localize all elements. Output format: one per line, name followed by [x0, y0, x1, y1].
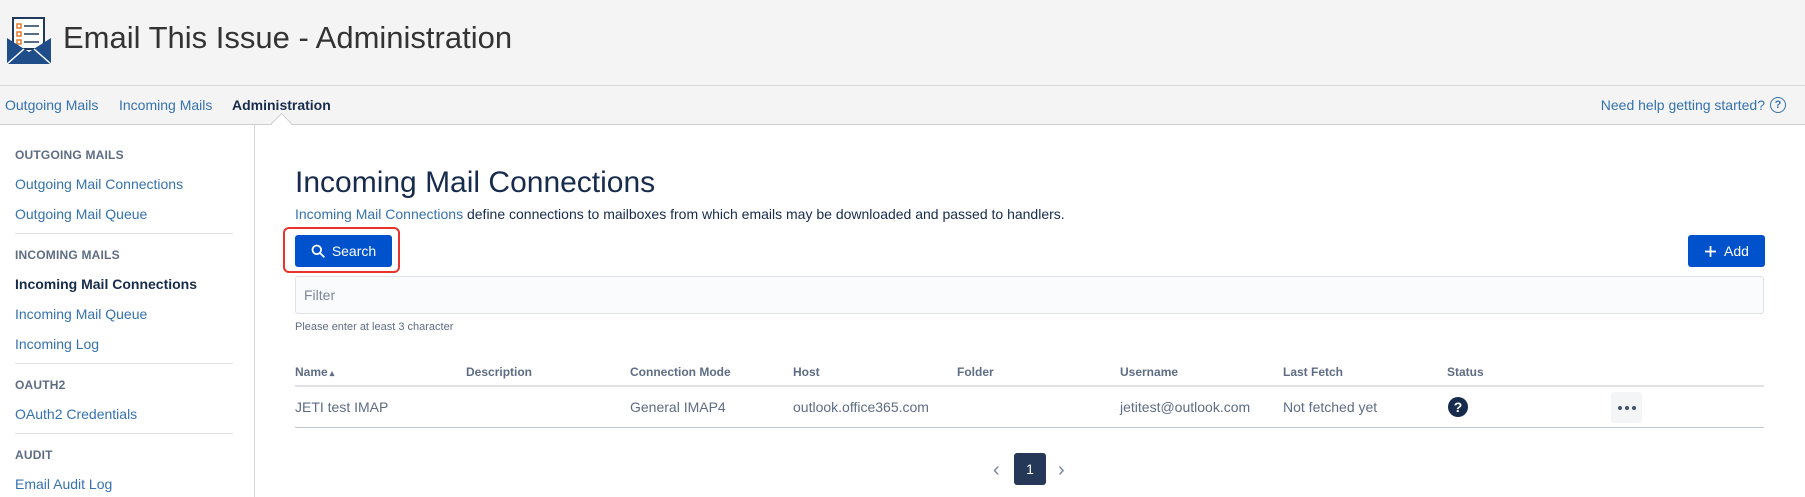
sort-ascending-icon: ▴ — [329, 368, 335, 378]
pagination-next-icon[interactable]: › — [1058, 459, 1065, 482]
top-nav: Outgoing Mails Incoming Mails Administra… — [0, 86, 1805, 125]
sidebar-item-incoming-mail-queue[interactable]: Incoming Mail Queue — [15, 306, 147, 322]
more-dot — [1617, 405, 1622, 410]
search-button-label: Search — [331, 243, 377, 259]
sidebar-divider — [15, 433, 233, 434]
filter-input[interactable] — [295, 276, 1764, 314]
column-header-name-label: Name — [295, 365, 328, 379]
nav-outgoing-mails[interactable]: Outgoing Mails — [5, 97, 98, 113]
description-link[interactable]: Incoming Mail Connections — [295, 206, 463, 222]
sidebar-item-incoming-log[interactable]: Incoming Log — [15, 336, 99, 352]
nav-administration[interactable]: Administration — [232, 97, 331, 113]
column-header-connection-mode: Connection Mode — [630, 365, 731, 379]
sidebar-item-outgoing-mail-queue[interactable]: Outgoing Mail Queue — [15, 206, 147, 222]
sidebar-item-oauth2-credentials[interactable]: OAuth2 Credentials — [15, 406, 137, 422]
column-header-last-fetch: Last Fetch — [1283, 365, 1344, 379]
sidebar-divider — [15, 363, 233, 364]
search-icon — [311, 244, 325, 258]
cell-last-fetch: Not fetched yet — [1283, 399, 1378, 415]
add-button-label: Add — [1724, 243, 1749, 259]
sidebar-item-incoming-mail-connections[interactable]: Incoming Mail Connections — [15, 276, 197, 292]
row-actions-button[interactable] — [1611, 392, 1642, 423]
column-header-status: Status — [1447, 365, 1484, 379]
pagination-prev-icon[interactable]: ‹ — [993, 459, 1000, 482]
page-title: Incoming Mail Connections — [295, 166, 656, 199]
sidebar-heading-outgoing: OUTGOING MAILS — [15, 148, 124, 162]
cell-connection-mode: General IMAP4 — [630, 399, 726, 415]
help-link[interactable]: Need help getting started? ? — [1601, 97, 1786, 113]
column-header-username: Username — [1120, 365, 1179, 379]
cell-host: outlook.office365.com — [793, 399, 929, 415]
plus-icon — [1705, 245, 1717, 257]
question-circle-icon: ? — [1770, 97, 1786, 113]
email-logo-icon — [6, 17, 52, 65]
cell-name: JETI test IMAP — [295, 399, 389, 415]
question-icon: ? — [1448, 397, 1468, 417]
search-button[interactable]: Search — [295, 235, 392, 267]
cell-username: jetitest@outlook.com — [1120, 399, 1251, 415]
sidebar: OUTGOING MAILS Outgoing Mail Connections… — [0, 125, 255, 497]
table-bottom-divider — [295, 427, 1764, 428]
app-title: Email This Issue - Administration — [63, 20, 513, 55]
column-header-folder: Folder — [957, 365, 994, 379]
column-header-name[interactable]: Name ▴ — [295, 365, 334, 379]
sidebar-heading-incoming: INCOMING MAILS — [15, 248, 120, 262]
sidebar-divider — [15, 233, 233, 234]
column-header-host: Host — [793, 365, 820, 379]
nav-incoming-mails[interactable]: Incoming Mails — [119, 97, 212, 113]
filter-hint: Please enter at least 3 character — [295, 321, 454, 333]
sidebar-heading-audit: AUDIT — [15, 448, 53, 462]
pagination-page-1[interactable]: 1 — [1014, 453, 1046, 485]
table-header-divider — [295, 385, 1764, 387]
column-header-description: Description — [466, 365, 533, 379]
more-dot — [1624, 405, 1629, 410]
add-button[interactable]: Add — [1688, 235, 1765, 267]
sidebar-item-email-audit-log[interactable]: Email Audit Log — [15, 476, 112, 492]
more-dot — [1631, 405, 1636, 410]
sidebar-item-outgoing-mail-connections[interactable]: Outgoing Mail Connections — [15, 176, 183, 192]
sidebar-heading-oauth2: OAUTH2 — [15, 378, 66, 392]
help-label: Need help getting started? — [1600, 97, 1765, 113]
app-header: Email This Issue - Administration — [0, 0, 1805, 86]
page-description: Incoming Mail Connections define connect… — [295, 206, 1065, 222]
description-text: define connections to mailboxes from whi… — [463, 206, 1065, 222]
